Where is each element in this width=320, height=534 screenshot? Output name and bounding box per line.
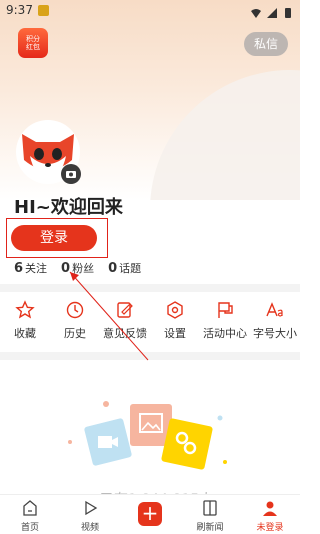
stat-topics[interactable]: 0 话题	[108, 260, 141, 276]
nav-profile[interactable]: 未登录	[240, 495, 300, 534]
nav-label: 首页	[20, 523, 39, 533]
stat-fans-label: 粉丝	[72, 262, 95, 275]
stats-row: 6 关注 0 粉丝 0 话题	[14, 260, 141, 276]
nav-label: 未登录	[256, 523, 284, 533]
play-icon	[85, 500, 98, 516]
bottom-nav: 首页 视频 + 刷新闻 未登录	[0, 494, 300, 534]
empty-state-illustration	[68, 401, 227, 470]
menu-font-size[interactable]: 字号大小	[250, 298, 300, 348]
notification-icon	[38, 5, 49, 16]
news-icon	[203, 500, 217, 516]
message-button[interactable]: 私信	[244, 32, 288, 56]
nav-video[interactable]: 视频	[60, 495, 120, 534]
signal-icon	[266, 4, 278, 18]
settings-icon	[167, 301, 183, 319]
stat-fans-value: 0	[61, 261, 71, 276]
logo-text-bottom: 红包	[26, 43, 40, 51]
greeting-text: HI~欢迎回来	[14, 197, 123, 218]
stat-topics-value: 0	[108, 261, 118, 276]
clock-icon	[66, 301, 84, 319]
status-time: 9:37	[6, 3, 33, 17]
user-icon	[263, 501, 277, 516]
stat-following-label: 关注	[25, 262, 48, 275]
nav-label: 刷新闻	[196, 523, 224, 533]
wifi-icon	[250, 4, 262, 18]
battery-icon	[282, 4, 294, 18]
menu-label: 收藏	[14, 327, 36, 340]
stat-fans[interactable]: 0 粉丝	[61, 260, 94, 276]
section-divider	[0, 352, 300, 360]
menu-favorites[interactable]: 收藏	[0, 298, 50, 348]
menu-row: 收藏 历史 意见反馈 设置 活动中心 字号大小	[0, 298, 300, 348]
camera-icon[interactable]	[61, 164, 81, 184]
flag-icon	[218, 302, 233, 318]
nav-label: 视频	[80, 523, 99, 533]
font-size-icon	[266, 302, 283, 317]
nav-home[interactable]: 首页	[0, 495, 60, 534]
app-logo[interactable]: 积分 红包	[18, 28, 48, 58]
stat-topics-label: 话题	[119, 262, 142, 275]
menu-activity-center[interactable]: 活动中心	[200, 298, 250, 348]
menu-history[interactable]: 历史	[50, 298, 100, 348]
menu-label: 历史	[64, 327, 86, 340]
home-icon	[23, 500, 37, 516]
menu-label: 意见反馈	[103, 327, 147, 340]
edit-icon	[117, 302, 133, 318]
section-divider	[0, 284, 300, 292]
menu-label: 字号大小	[253, 327, 297, 340]
menu-feedback[interactable]: 意见反馈	[100, 298, 150, 348]
stat-following-value: 6	[14, 261, 24, 276]
login-button[interactable]: 登录	[11, 225, 97, 251]
menu-label: 设置	[164, 327, 186, 340]
status-bar: 9:37	[0, 0, 300, 22]
nav-refresh-news[interactable]: 刷新闻	[180, 495, 240, 534]
nav-publish[interactable]: +	[120, 495, 180, 534]
star-icon	[15, 300, 35, 319]
logo-text-top: 积分	[26, 35, 40, 43]
menu-label: 活动中心	[203, 327, 247, 340]
plus-icon: +	[138, 502, 162, 526]
menu-settings[interactable]: 设置	[150, 298, 200, 348]
stat-following[interactable]: 6 关注	[14, 260, 47, 276]
